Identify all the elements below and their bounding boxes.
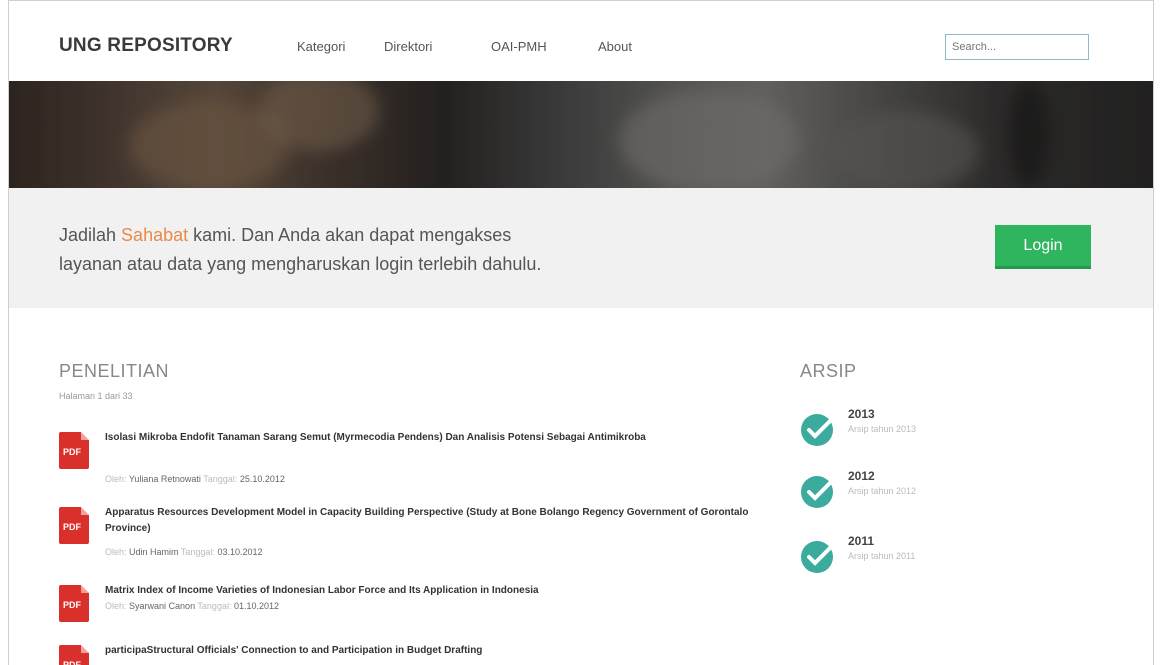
- research-item: PDF Apparatus Resources Development Mode…: [59, 505, 759, 565]
- check-badge-icon: [801, 541, 835, 573]
- archive-year[interactable]: 2013: [848, 407, 875, 421]
- research-item-meta: Oleh: Syarwani Canon Tanggal: 01.10.2012: [105, 601, 280, 611]
- research-item-meta: Oleh: Yuliana Retnowati Tanggal: 25.10.2…: [105, 474, 285, 484]
- login-button[interactable]: Login: [995, 225, 1091, 269]
- research-item-title[interactable]: Isolasi Mikroba Endofit Tanaman Sarang S…: [105, 430, 755, 446]
- research-item: PDF Isolasi Mikroba Endofit Tanaman Sara…: [59, 430, 759, 490]
- archive-label: Arsip tahun 2011: [848, 551, 916, 561]
- archive-year[interactable]: 2011: [848, 534, 874, 548]
- search-input[interactable]: [945, 34, 1089, 60]
- check-badge-icon: [801, 414, 835, 446]
- brand-logo[interactable]: UNG REPOSITORY: [59, 35, 233, 57]
- archive-section-title: ARSIP: [800, 361, 857, 381]
- hero-image: [9, 81, 1153, 188]
- research-item: PDF participaStructural Officials' Conne…: [59, 643, 759, 665]
- archive-label: Arsip tahun 2012: [848, 486, 917, 496]
- nav-about[interactable]: About: [598, 39, 632, 54]
- research-item-title[interactable]: participaStructural Officials' Connectio…: [105, 643, 755, 659]
- archive-item[interactable]: 2011 Arsip tahun 2011: [800, 534, 1000, 578]
- check-badge-icon: [801, 476, 835, 508]
- navbar: UNG REPOSITORY Kategori Direktori OAI-PM…: [9, 1, 1153, 81]
- signup-banner: Jadilah Sahabat kami. Dan Anda akan dapa…: [9, 188, 1153, 308]
- pdf-icon[interactable]: PDF: [59, 432, 89, 469]
- nav-kategori[interactable]: Kategori: [297, 39, 345, 54]
- sahabat-link[interactable]: Sahabat: [121, 225, 188, 245]
- pdf-icon[interactable]: PDF: [59, 507, 89, 544]
- research-item-title[interactable]: Matrix Index of Income Varieties of Indo…: [105, 583, 755, 599]
- research-section-title: PENELITIAN: [59, 361, 170, 381]
- research-item: PDF Matrix Index of Income Varieties of …: [59, 583, 759, 623]
- archive-item[interactable]: 2013 Arsip tahun 2013: [800, 407, 1000, 451]
- archive-year[interactable]: 2012: [848, 469, 875, 483]
- pdf-icon[interactable]: PDF: [59, 645, 89, 665]
- research-item-meta: Oleh: Udin Hamim Tanggal: 03.10.2012: [105, 547, 263, 557]
- pdf-icon[interactable]: PDF: [59, 585, 89, 622]
- archive-label: Arsip tahun 2013: [848, 424, 917, 434]
- banner-message: Jadilah Sahabat kami. Dan Anda akan dapa…: [59, 225, 542, 274]
- nav-oai-pmh[interactable]: OAI-PMH: [491, 39, 547, 54]
- nav-direktori[interactable]: Direktori: [384, 39, 432, 54]
- archive-item[interactable]: 2012 Arsip tahun 2012: [800, 469, 1000, 513]
- research-item-title[interactable]: Apparatus Resources Development Model in…: [105, 505, 755, 537]
- page-info: Halaman 1 dari 33: [59, 391, 133, 401]
- page-frame: UNG REPOSITORY Kategori Direktori OAI-PM…: [8, 0, 1154, 665]
